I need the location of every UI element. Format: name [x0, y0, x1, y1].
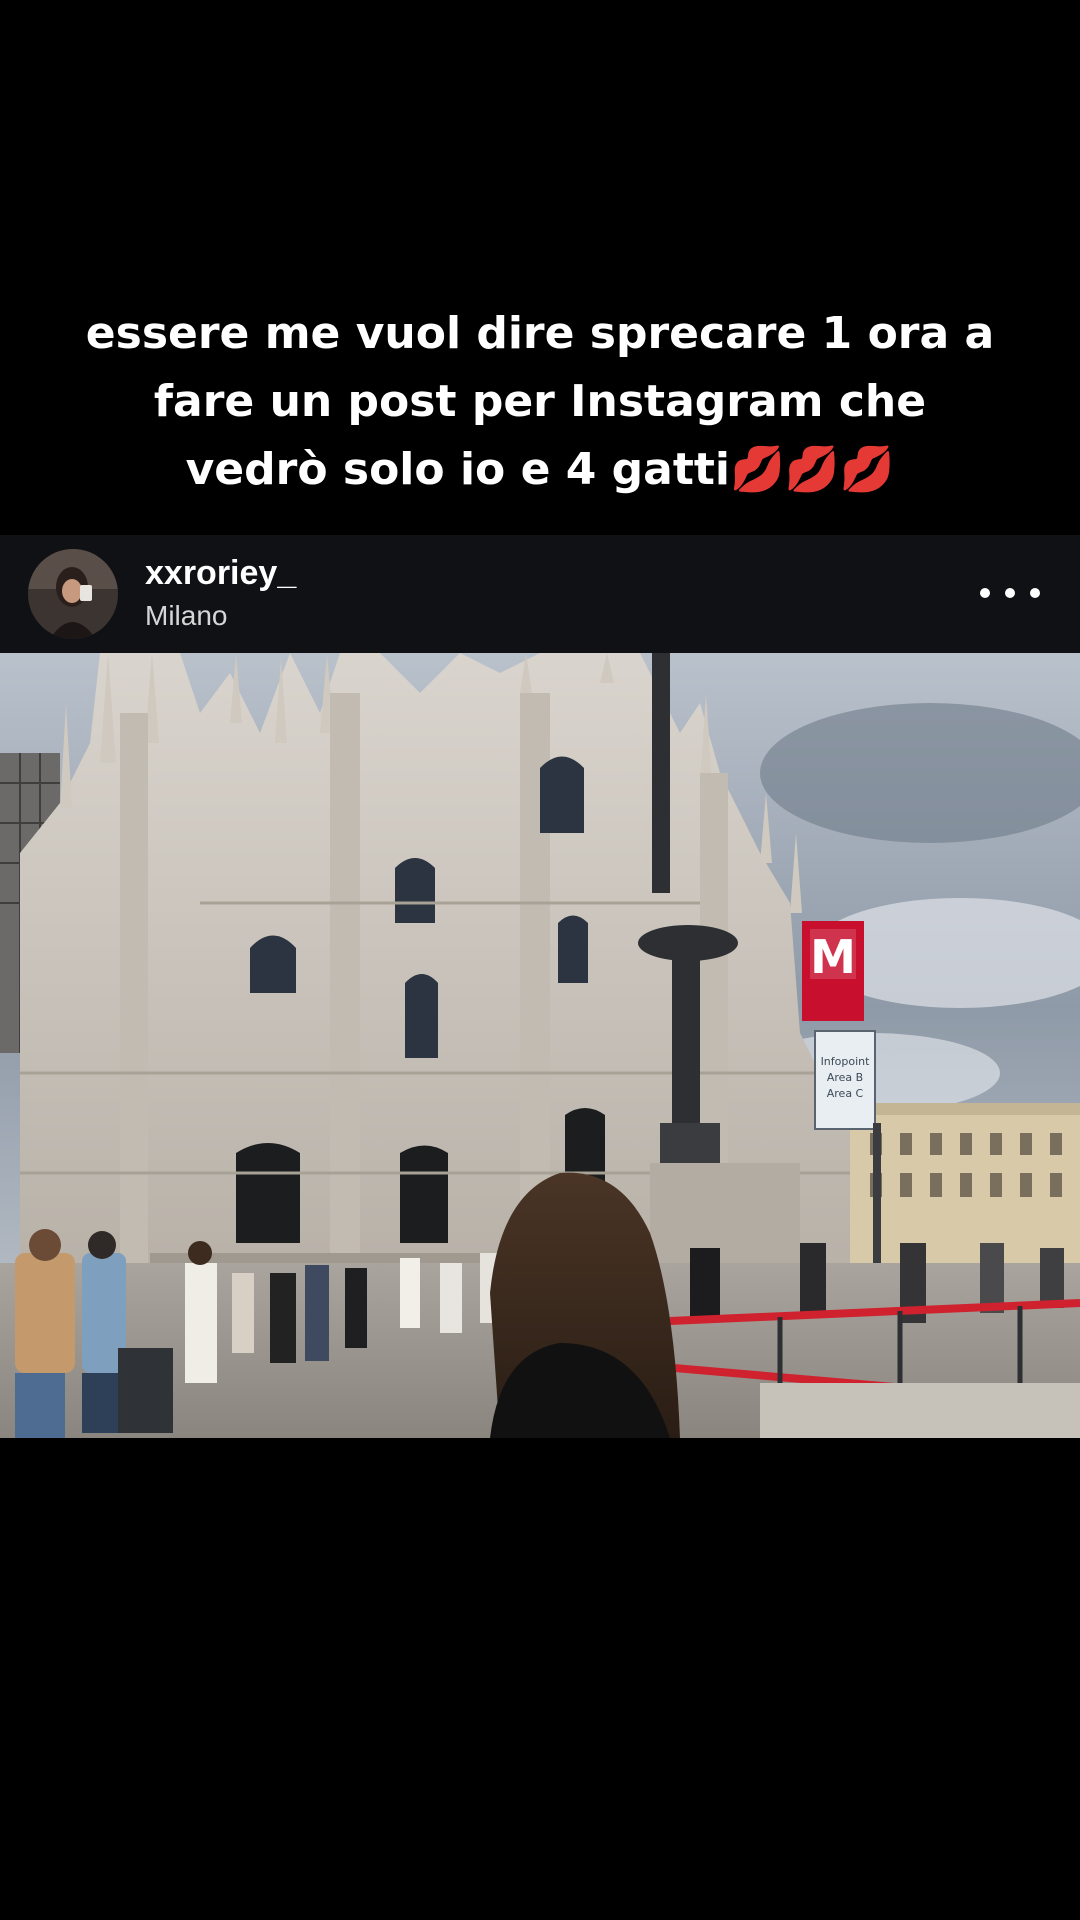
- post-photo[interactable]: M Infopoint Area B Area C: [0, 653, 1080, 1438]
- info-sign-line-2: Area B: [827, 1071, 863, 1084]
- metro-sign-letter: M: [810, 930, 856, 984]
- overlay-caption: essere me vuol dire sprecare 1 ora a far…: [85, 308, 995, 495]
- more-horizontal-icon: [980, 588, 990, 598]
- profile-avatar[interactable]: [28, 549, 118, 639]
- info-sign-line-3: Area C: [827, 1087, 864, 1100]
- info-sign-line-1: Infopoint: [821, 1055, 871, 1068]
- more-horizontal-icon-dot: [1005, 588, 1015, 598]
- more-horizontal-icon-dot: [1030, 588, 1040, 598]
- instagram-post-header: xxroriey_ Milano: [0, 535, 1080, 653]
- video-frame: essere me vuol dire sprecare 1 ora a far…: [0, 0, 1080, 1920]
- more-options-button[interactable]: [980, 573, 1040, 613]
- post-location[interactable]: Milano: [145, 599, 227, 633]
- post-username[interactable]: xxroriey_: [145, 553, 296, 593]
